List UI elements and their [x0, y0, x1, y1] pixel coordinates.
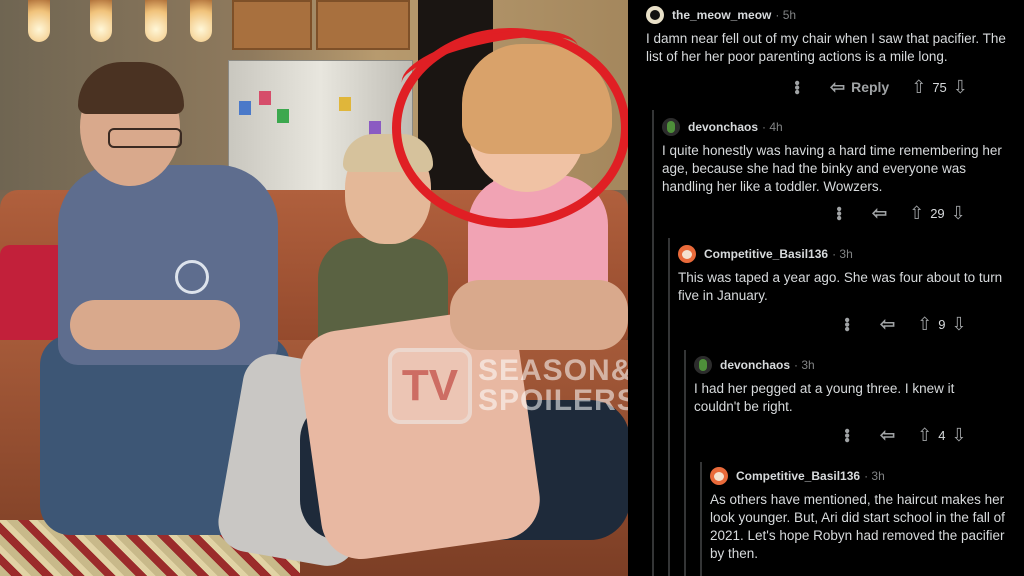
teen-arm — [70, 300, 240, 350]
thread-line[interactable] — [652, 110, 654, 576]
kitchen-cabinet — [316, 0, 410, 50]
comment-actions: ••• ⇦ ⇧ 4 ⇩ — [826, 426, 967, 444]
avatar-icon[interactable] — [678, 245, 696, 263]
shirt-logo — [175, 260, 209, 294]
upvote-arrow-icon[interactable]: ⇧ — [909, 204, 924, 222]
downvote-arrow-icon[interactable]: ⇩ — [951, 315, 966, 333]
watermark-tv-icon: TV — [388, 348, 472, 424]
comment-meta: Competitive_Basil136 · 3h — [678, 243, 1012, 265]
comment-timestamp: 3h — [801, 358, 815, 372]
comment-actions: ••• ⇦ Reply ⇧ 75 ⇩ — [776, 78, 968, 96]
comment-body: This was taped a year ago. She was four … — [678, 270, 1003, 303]
comment-username[interactable]: devonchaos — [688, 120, 758, 134]
reply-arrow-icon: ⇦ — [872, 203, 888, 223]
comment-meta: the_meow_meow · 5h — [646, 4, 1012, 26]
comment-actions: ••• ⇦ ⇧ 29 ⇩ — [818, 204, 966, 222]
pendant-lamp — [28, 0, 50, 42]
watermark-line-1: SEASON& — [478, 354, 628, 387]
comment-timestamp: 5h — [782, 8, 797, 22]
downvote-arrow-icon[interactable]: ⇩ — [953, 78, 968, 96]
screenshot-photo: TV SEASON& SPOILERS — [0, 0, 628, 576]
comment-timestamp: 3h — [871, 469, 885, 483]
thread-line[interactable] — [700, 462, 702, 576]
more-options-icon[interactable]: ••• — [837, 415, 855, 455]
upvote-arrow-icon[interactable]: ⇧ — [917, 315, 932, 333]
comment-body: I quite honestly was having a hard time … — [662, 143, 1002, 194]
reply-button[interactable]: ⇦ — [880, 315, 895, 333]
comment-meta: devonchaos · 4h — [662, 116, 1012, 138]
reply-arrow-icon: ⇦ — [880, 314, 896, 334]
upvote-arrow-icon[interactable]: ⇧ — [911, 78, 926, 96]
reply-arrow-icon: ⇦ — [880, 425, 896, 445]
reply-label: Reply — [851, 79, 890, 95]
reply-arrow-icon: ⇦ — [830, 77, 846, 97]
avatar-icon[interactable] — [662, 118, 680, 136]
comment-meta: Competitive_Basil136 · 3h — [710, 465, 1012, 487]
thread-line[interactable] — [684, 350, 686, 576]
reply-button[interactable]: ⇦ — [880, 426, 895, 444]
vote-count: 4 — [938, 427, 946, 443]
more-options-icon[interactable]: ••• — [837, 304, 855, 344]
avatar-icon[interactable] — [710, 467, 728, 485]
downvote-arrow-icon[interactable]: ⇩ — [951, 426, 966, 444]
comment-body: As others have mentioned, the haircut ma… — [710, 492, 1005, 561]
comment-body: I damn near fell out of my chair when I … — [646, 31, 1006, 64]
watermark-line-2: SPOILERS — [478, 384, 628, 417]
vote-count: 9 — [938, 316, 946, 332]
pendant-lamp — [145, 0, 167, 42]
comment-username[interactable]: Competitive_Basil136 — [704, 247, 828, 261]
comment-username[interactable]: Competitive_Basil136 — [736, 469, 860, 483]
comment-username[interactable]: devonchaos — [720, 358, 790, 372]
avatar-icon[interactable] — [694, 356, 712, 374]
comment-timestamp: 3h — [839, 247, 853, 261]
avatar-icon[interactable] — [646, 6, 664, 24]
glasses — [108, 128, 182, 148]
watermark-logo: TV SEASON& SPOILERS — [388, 348, 628, 424]
more-options-icon[interactable]: ••• — [787, 67, 805, 107]
thread-line[interactable] — [668, 238, 670, 576]
comment-timestamp: 4h — [769, 120, 783, 134]
pendant-lamp — [90, 0, 112, 42]
adult-arm — [450, 280, 628, 350]
vote-count: 29 — [930, 205, 945, 221]
kitchen-cabinet — [232, 0, 312, 50]
more-options-icon[interactable]: ••• — [829, 193, 847, 233]
vote-count: 75 — [932, 79, 947, 95]
downvote-arrow-icon[interactable]: ⇩ — [951, 204, 966, 222]
comment-actions: ••• ⇦ ⇧ 9 ⇩ — [826, 315, 967, 333]
comment-thread: the_meow_meow · 5h I damn near fell out … — [628, 0, 1024, 576]
comment-body: I had her pegged at a young three. I kne… — [694, 381, 955, 414]
reply-button[interactable]: ⇦ — [872, 204, 887, 222]
comment-meta: devonchaos · 3h — [694, 354, 1012, 376]
comment-username[interactable]: the_meow_meow — [672, 8, 771, 22]
pendant-lamp — [190, 0, 212, 42]
reply-button[interactable]: ⇦ Reply — [830, 78, 889, 96]
upvote-arrow-icon[interactable]: ⇧ — [917, 426, 932, 444]
